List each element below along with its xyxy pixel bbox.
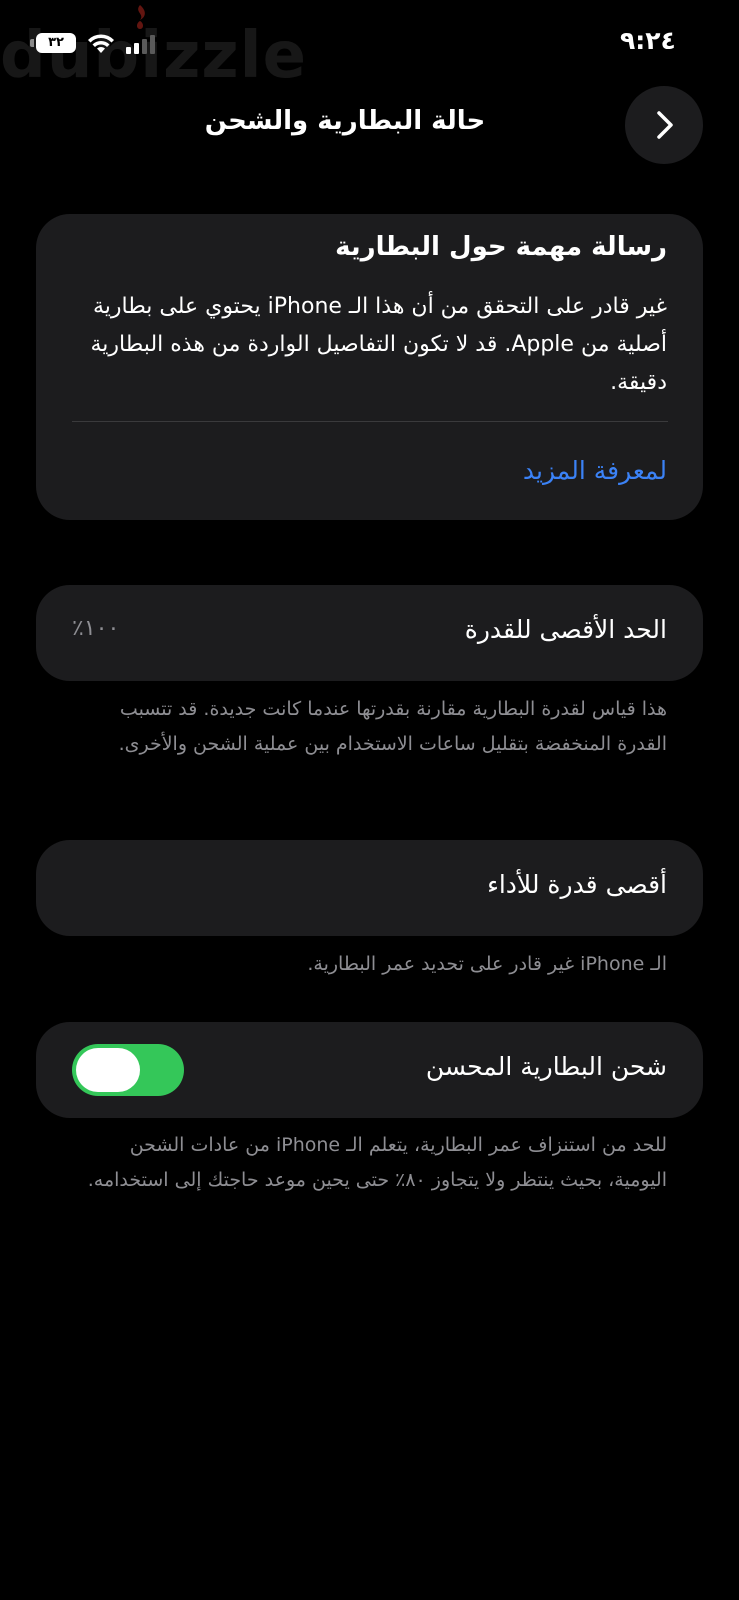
message-title: رسالة مهمة حول البطارية — [335, 232, 667, 262]
page-title: حالة البطارية والشحن — [204, 106, 486, 136]
peak-performance-row: أقصى قدرة للأداء — [36, 840, 703, 936]
optimized-charging-label: شحن البطارية المحسن — [425, 1052, 667, 1081]
maximum-capacity-label: الحد الأقصى للقدرة — [464, 615, 667, 644]
battery-icon: ٣٢ — [36, 33, 76, 53]
battery-tip — [30, 39, 34, 47]
status-bar: dubizzle ٣٢ ٩:٢٤ — [0, 0, 739, 88]
learn-more-link[interactable]: لمعرفة المزيد — [523, 456, 667, 485]
cellular-signal-icon — [126, 35, 155, 54]
optimized-charging-row: شحن البطارية المحسن — [36, 1022, 703, 1118]
wifi-icon — [88, 34, 114, 53]
divider — [72, 421, 668, 422]
message-body: غير قادر على التحقق من أن هذا الـ iPhone… — [90, 294, 667, 395]
maximum-capacity-row: الحد الأقصى للقدرة ١٠٠٪ — [36, 585, 703, 681]
peak-performance-footnote: الـ iPhone غير قادر على تحديد عمر البطار… — [307, 953, 667, 975]
status-time: ٩:٢٤ — [620, 26, 676, 55]
back-button[interactable] — [625, 86, 703, 164]
important-message-card: رسالة مهمة حول البطارية غير قادر على الت… — [36, 214, 703, 520]
optimized-charging-toggle[interactable] — [72, 1044, 184, 1096]
watermark-flame-icon — [137, 5, 145, 29]
optimized-charging-footnote: للحد من استنزاف عمر البطارية، يتعلم الـ … — [87, 1134, 667, 1191]
toggle-knob — [76, 1048, 140, 1092]
maximum-capacity-value: ١٠٠٪ — [72, 616, 120, 641]
maximum-capacity-footnote: هذا قياس لقدرة البطارية مقارنة بقدرتها ع… — [118, 698, 667, 755]
peak-performance-label: أقصى قدرة للأداء — [487, 870, 667, 899]
chevron-icon — [657, 111, 673, 139]
